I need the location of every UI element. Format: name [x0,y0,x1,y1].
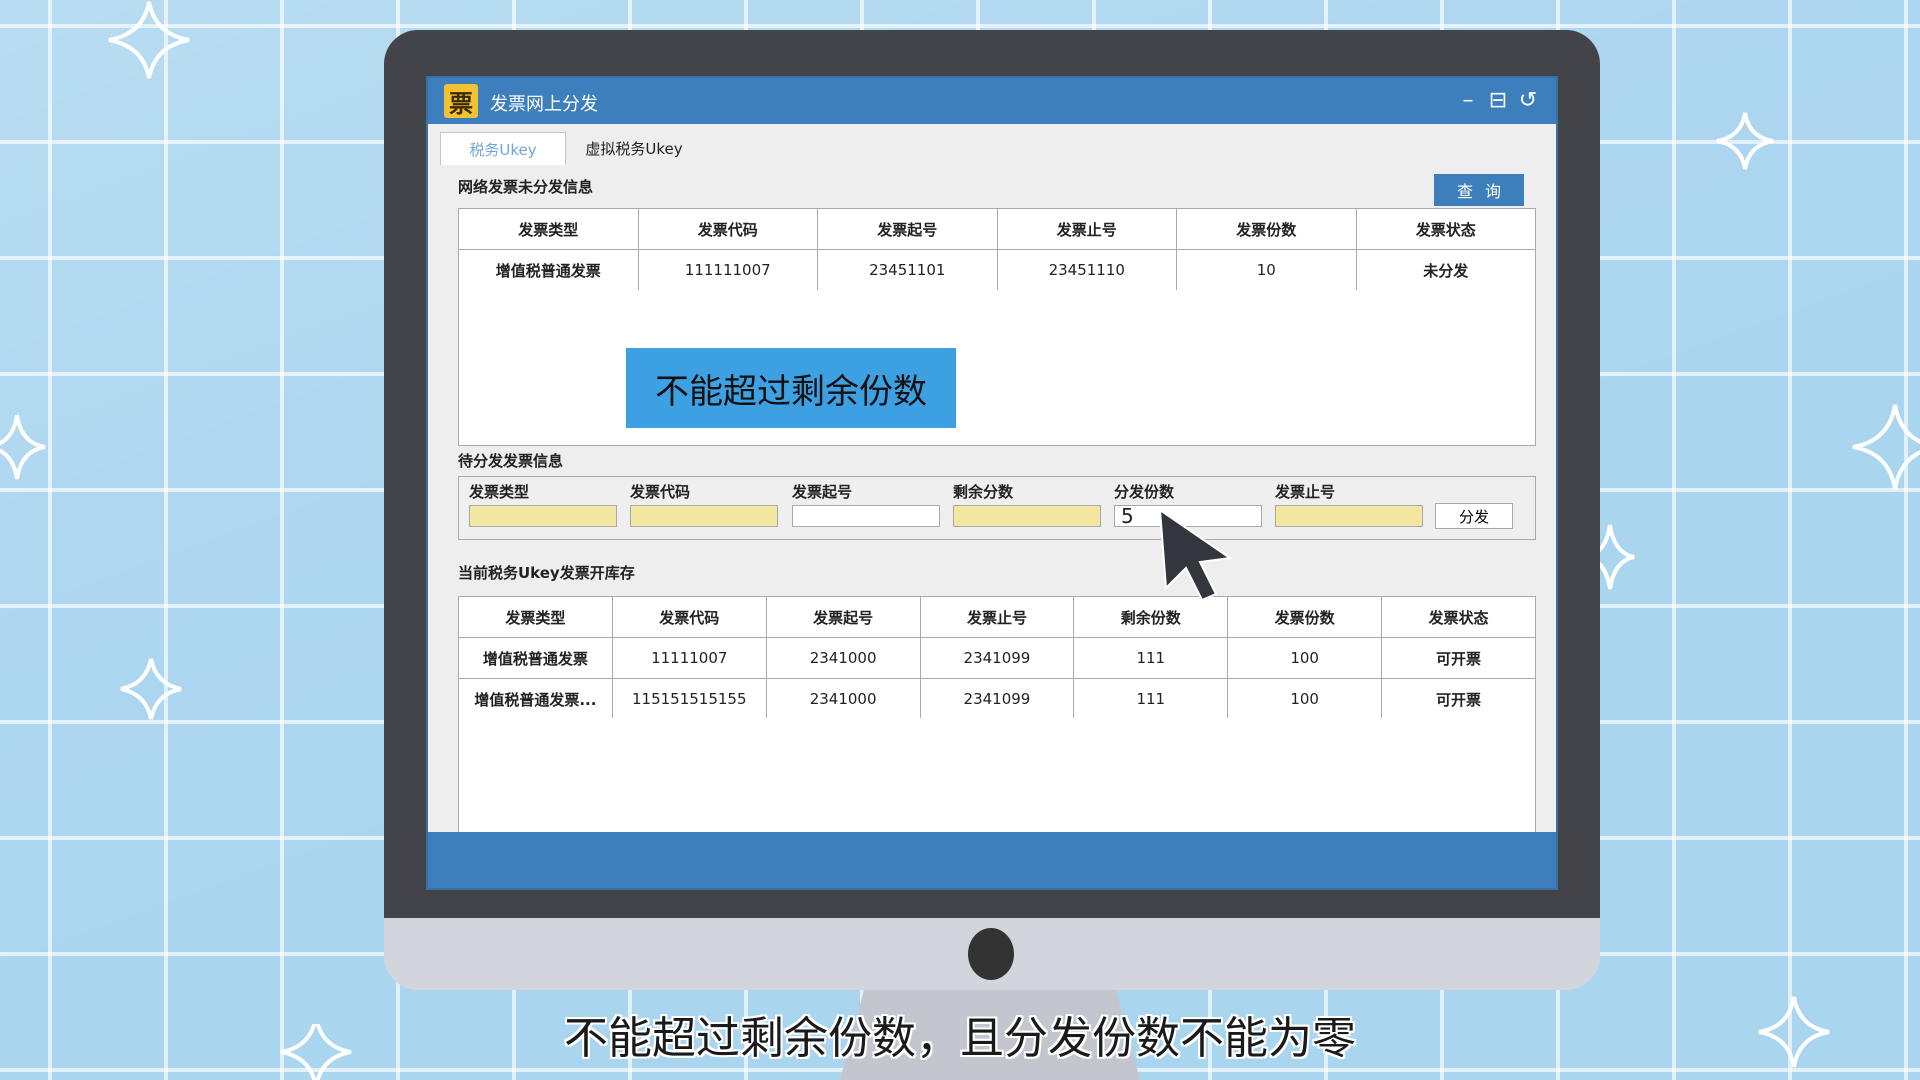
table-cell: 115151515155 [611,678,767,720]
table-cell: 111 [1073,678,1229,720]
column-header: 发票份数 [1176,208,1357,250]
field-label: 发票类型 [469,483,530,501]
column-header: 发票份数 [1227,596,1383,638]
camera-icon [968,928,1014,980]
column-header: 发票止号 [996,208,1177,250]
table-cell: 增值税普通发票 [458,637,613,679]
column-header: 发票起号 [765,596,921,638]
invoice-type-field[interactable] [469,505,617,527]
sparkle-icon [108,1,190,79]
column-header: 发票代码 [611,596,767,638]
video-subtitle: 不能超过剩余份数，且分发份数不能为零 [564,1013,1356,1064]
column-header: 发票止号 [919,596,1075,638]
table-cell: 2341000 [765,678,921,720]
table-cell: 111111007 [637,249,818,291]
table-cell: 23451110 [996,249,1177,291]
warning-callout: 不能超过剩余份数 [626,348,956,428]
table-cell: 111 [1073,637,1229,679]
table-cell: 100 [1227,637,1383,679]
query-button[interactable]: 查询 [1434,174,1524,206]
table-cell: 100 [1227,678,1383,720]
distribute-button[interactable]: 分发 [1435,503,1513,529]
column-header: 发票类型 [458,208,639,250]
tab-virtual-tax-ukey[interactable]: 虚拟税务Ukey [568,132,700,164]
column-header: 剩余份数 [1073,596,1229,638]
field-label: 分发份数 [1114,483,1175,501]
table-cell: 可开票 [1381,678,1536,720]
table-cell: 11111007 [611,637,767,679]
column-header: 发票状态 [1381,596,1536,638]
title-bar: 票 发票网上分发 – ⊟ ↺ [428,78,1556,124]
remaining-count-field[interactable] [953,505,1101,527]
column-header: 发票状态 [1355,208,1536,250]
table-row[interactable]: 增值税普通发票... 115151515155 2341000 2341099 … [458,678,1536,720]
inventory-table-empty-area [458,718,1536,838]
field-label: 剩余分数 [953,483,1014,501]
table-cell: 2341099 [919,637,1075,679]
app-window: 票 发票网上分发 – ⊟ ↺ 税务Ukey 虚拟税务Ukey 网络发票未分发信息… [426,76,1558,890]
field-label: 发票代码 [630,483,691,501]
tab-tax-ukey[interactable]: 税务Ukey [440,132,566,165]
table-cell: 增值税普通发票... [458,678,613,720]
mouse-pointer-icon [1158,507,1233,602]
inventory-section-label: 当前税务Ukey发票开库存 [458,564,635,582]
table-row[interactable]: 增值税普通发票 11111007 2341000 2341099 111 100… [458,637,1536,679]
status-bar [428,832,1556,888]
table-cell: 23451101 [817,249,998,291]
table-cell: 增值税普通发票 [458,249,639,291]
tab-strip: 税务Ukey 虚拟税务Ukey [428,124,1556,165]
end-number-field[interactable] [1275,505,1423,527]
column-header: 发票代码 [637,208,818,250]
invoice-code-field[interactable] [630,505,778,527]
table-header-row: 发票类型 发票代码 发票起号 发票止号 剩余份数 发票份数 发票状态 [458,596,1536,638]
column-header: 发票起号 [817,208,998,250]
table-cell: 2341000 [765,637,921,679]
sparkle-icon [1852,404,1920,490]
table-row[interactable]: 增值税普通发票 111111007 23451101 23451110 10 未… [458,249,1536,291]
start-number-field[interactable] [792,505,940,527]
sparkle-icon [1716,112,1774,170]
field-label: 发票止号 [1275,483,1336,501]
column-header: 发票类型 [458,596,613,638]
unissued-table-empty-area [458,290,1536,446]
invoice-icon: 票 [444,84,478,118]
table-cell: 可开票 [1381,637,1536,679]
table-cell: 未分发 [1355,249,1536,291]
table-cell: 10 [1176,249,1357,291]
window-title: 发票网上分发 [490,94,598,115]
inventory-table: 发票类型 发票代码 发票起号 发票止号 剩余份数 发票份数 发票状态 增值税普通… [458,596,1536,720]
field-label: 发票起号 [792,483,853,501]
table-cell: 2341099 [919,678,1075,720]
minimize-icon[interactable]: – [1454,86,1482,114]
unissued-table: 发票类型 发票代码 发票起号 发票止号 发票份数 发票状态 增值税普通发票 11… [458,208,1536,291]
pending-distribution-panel: 发票类型 发票代码 发票起号 剩余分数 分发份数 5 发票止号 分发 [458,476,1536,540]
pending-section-label: 待分发发票信息 [458,452,564,470]
sparkle-icon [120,658,182,720]
sparkle-icon [0,414,46,480]
back-icon[interactable]: ↺ [1514,86,1542,114]
unissued-section-label: 网络发票未分发信息 [458,178,594,196]
table-header-row: 发票类型 发票代码 发票起号 发票止号 发票份数 发票状态 [458,208,1536,250]
restore-icon[interactable]: ⊟ [1484,86,1512,114]
